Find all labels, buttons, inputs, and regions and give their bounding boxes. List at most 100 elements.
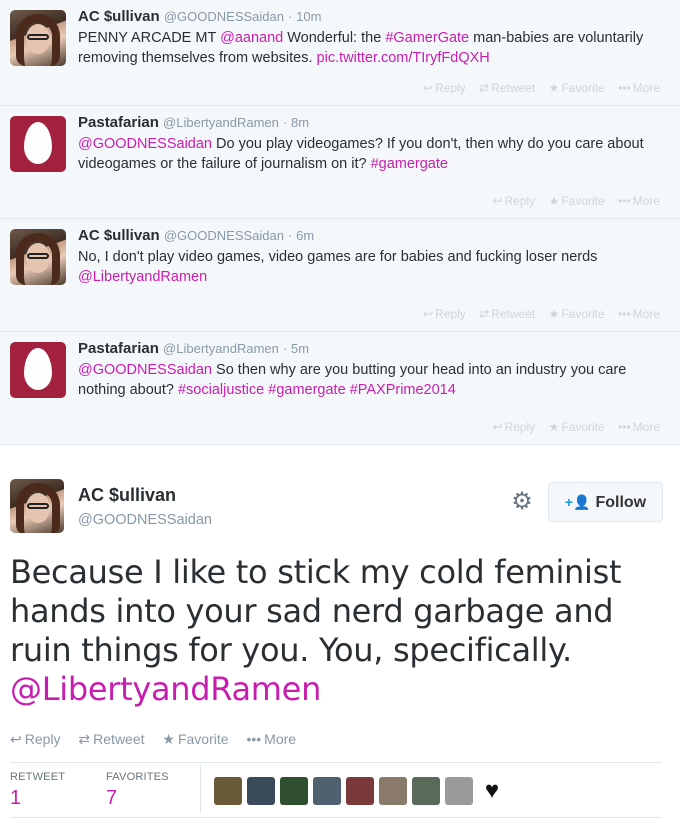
tweet-actions: ↩ Reply ⇄ Retweet ★ Favorite ••• More	[413, 81, 660, 95]
user-avatar-thumb[interactable]	[379, 777, 407, 805]
user-avatar-thumb[interactable]	[247, 777, 275, 805]
tweet-1[interactable]: AC $ullivan @GOODNESSaidan · 10m PENNY A…	[0, 0, 680, 106]
mention-link[interactable]: @LibertyandRamen	[78, 269, 207, 285]
star-icon: ★	[548, 194, 560, 208]
tweet-text-part: No, I don't play video games, video game…	[78, 249, 598, 265]
retweet-icon: ⇄	[479, 81, 490, 95]
divider	[10, 762, 662, 763]
tweet-body: AC $ullivan @GOODNESSaidan · 6m No, I do…	[78, 227, 666, 287]
tweet-author-name[interactable]: AC $ullivan	[78, 227, 160, 244]
tweet-actions: ↩ Reply ⇄ Retweet ★ Favorite ••• More	[413, 307, 660, 321]
user-avatar-thumb[interactable]	[412, 777, 440, 805]
tweet-author-name[interactable]: Pastafarian	[78, 340, 159, 357]
avatar[interactable]	[10, 342, 66, 398]
retweet-button[interactable]: Retweet	[491, 81, 535, 95]
tweet-timestamp[interactable]: · 6m	[288, 228, 314, 243]
more-label: More	[264, 731, 297, 747]
main-tweet-actions: ↩ Reply ⇄ Retweet ★ Favorite ••• More	[10, 731, 310, 748]
reply-label: Reply	[24, 731, 61, 747]
follow-button[interactable]: +👤 Follow	[548, 482, 663, 522]
tweet-timestamp[interactable]: · 8m	[283, 115, 309, 130]
avatar[interactable]	[10, 479, 64, 533]
favorites-stat[interactable]: FAVORITES 7	[106, 771, 169, 810]
user-avatar-thumb[interactable]	[280, 777, 308, 805]
gear-icon[interactable]: ⚙	[509, 489, 535, 515]
more-button[interactable]: More	[633, 81, 660, 95]
favorite-button[interactable]: Favorite	[561, 307, 604, 321]
retweet-button[interactable]: Retweet	[491, 307, 535, 321]
avatar-glasses	[27, 503, 49, 509]
more-button[interactable]: More	[633, 307, 660, 321]
avatar-glasses	[27, 253, 49, 259]
more-button[interactable]: ••• More	[246, 731, 296, 747]
reply-button[interactable]: Reply	[505, 194, 536, 208]
more-icon: •••	[618, 194, 631, 208]
reply-icon: ↩	[10, 731, 22, 747]
media-link[interactable]: pic.twitter.com/TIryfFdQXH	[317, 50, 490, 66]
divider	[200, 765, 201, 813]
tweet-text-part: PENNY ARCADE MT	[78, 30, 221, 46]
tweet-timestamp[interactable]: · 5m	[283, 341, 309, 356]
favorite-button[interactable]: Favorite	[561, 81, 604, 95]
broken-heart-icon[interactable]: ♥	[478, 777, 506, 805]
more-button[interactable]: More	[633, 194, 660, 208]
retweet-count: 1	[10, 787, 22, 809]
hashtag-link[interactable]: #gamergate	[371, 156, 448, 172]
reply-button[interactable]: ↩ Reply	[10, 731, 61, 747]
tweet-3[interactable]: AC $ullivan @GOODNESSaidan · 6m No, I do…	[0, 219, 680, 332]
tweet-text: @GOODNESSaidan So then why are you butti…	[78, 360, 666, 400]
more-icon: •••	[618, 307, 631, 321]
retweet-button[interactable]: ⇄ Retweet	[78, 731, 144, 747]
tweet-author-name[interactable]: AC $ullivan	[78, 8, 160, 25]
tweet-author-handle[interactable]: @LibertyandRamen	[163, 115, 279, 130]
hashtag-link[interactable]: #socialjustice	[178, 382, 264, 398]
tweet-author-handle[interactable]: @GOODNESSaidan	[164, 9, 284, 24]
avatar[interactable]	[10, 10, 66, 66]
star-icon: ★	[548, 81, 560, 95]
mention-link[interactable]: @LibertyandRamen	[10, 670, 321, 708]
retweet-label: Retweet	[93, 731, 145, 747]
favorite-label: Favorite	[177, 731, 229, 747]
favorite-button[interactable]: Favorite	[561, 194, 604, 208]
hashtag-link[interactable]: #gamergate	[268, 382, 345, 398]
more-button[interactable]: More	[633, 420, 660, 434]
retweet-stat-label: RETWEET	[10, 771, 66, 783]
tweet-timestamp[interactable]: · 10m	[288, 9, 321, 24]
user-avatar-thumb[interactable]	[445, 777, 473, 805]
more-icon: •••	[246, 731, 262, 747]
user-avatar-thumb[interactable]	[313, 777, 341, 805]
user-avatar-thumb[interactable]	[214, 777, 242, 805]
avatar[interactable]	[10, 229, 66, 285]
tweet-author-name[interactable]: Pastafarian	[78, 114, 159, 131]
reply-button[interactable]: Reply	[505, 420, 536, 434]
main-tweet: AC $ullivan @GOODNESSaidan ⚙ +👤 Follow Be…	[0, 445, 680, 830]
mention-link[interactable]: @GOODNESSaidan	[78, 362, 212, 378]
favorite-button[interactable]: Favorite	[561, 420, 604, 434]
mention-link[interactable]: @GOODNESSaidan	[78, 136, 212, 152]
avatar[interactable]	[10, 116, 66, 172]
mention-link[interactable]: @aanand	[220, 30, 283, 46]
hashtag-link[interactable]: #GamerGate	[385, 30, 469, 46]
avatar-glasses	[27, 34, 49, 40]
retweet-icon: ⇄	[479, 307, 490, 321]
egg-icon	[24, 348, 52, 390]
tweet-2[interactable]: Pastafarian @LibertyandRamen · 8m @GOODN…	[0, 106, 680, 219]
retweet-icon: ⇄	[78, 731, 91, 747]
divider	[10, 817, 662, 818]
star-icon: ★	[548, 307, 560, 321]
tweet-author-handle[interactable]: @GOODNESSaidan	[164, 228, 284, 243]
main-author-name[interactable]: AC $ullivan	[78, 485, 176, 506]
reply-button[interactable]: Reply	[435, 307, 466, 321]
favorite-button[interactable]: ★ Favorite	[162, 731, 228, 747]
reply-icon: ↩	[423, 307, 434, 321]
reply-button[interactable]: Reply	[435, 81, 466, 95]
tweet-header: AC $ullivan @GOODNESSaidan · 6m	[78, 227, 666, 245]
reply-icon: ↩	[492, 420, 503, 434]
retweet-stat[interactable]: RETWEET 1	[10, 771, 65, 810]
tweet-actions: ↩ Reply ★ Favorite ••• More	[482, 420, 660, 434]
tweet-4[interactable]: Pastafarian @LibertyandRamen · 5m @GOODN…	[0, 332, 680, 445]
main-author-handle[interactable]: @GOODNESSaidan	[78, 512, 212, 528]
user-avatar-thumb[interactable]	[346, 777, 374, 805]
tweet-author-handle[interactable]: @LibertyandRamen	[163, 341, 279, 356]
hashtag-link[interactable]: #PAXPrime2014	[350, 382, 456, 398]
